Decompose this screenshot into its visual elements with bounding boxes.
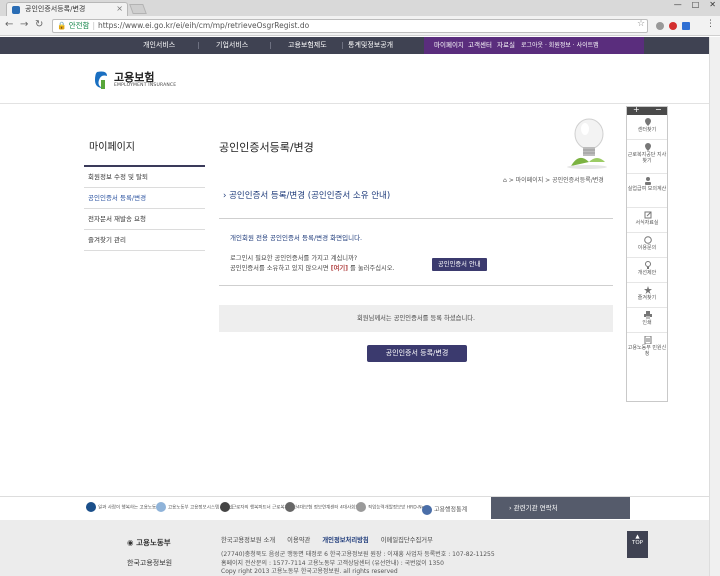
footer-link-about[interactable]: 한국고용정보원 소개 bbox=[221, 537, 275, 544]
browser-menu-icon[interactable]: ⋮ bbox=[706, 19, 715, 29]
logo-mark-icon bbox=[95, 71, 107, 89]
close-window-icon[interactable]: ✕ bbox=[709, 0, 716, 14]
footer: ◉ 고용노동부 한국고용정보원 한국고용정보원 소개 이용약관 개인정보처리방침… bbox=[0, 520, 720, 576]
person-icon bbox=[645, 177, 651, 185]
related-agencies-button[interactable]: › 관련기관 연락처 bbox=[491, 497, 630, 519]
star-icon bbox=[644, 286, 652, 294]
zoom-out-icon[interactable]: − bbox=[655, 105, 662, 114]
scroll-top-button[interactable]: ▲ TOP bbox=[627, 531, 648, 558]
section-title: › 공인인증서 등록/변경 (공인인증서 소유 안내) bbox=[223, 189, 390, 201]
footer-link-terms[interactable]: 이용약관 bbox=[287, 537, 310, 544]
nav-utility-links[interactable]: 로그아웃 · 회원정보 · 사이트맵 bbox=[521, 37, 599, 54]
header-divider bbox=[0, 103, 720, 104]
section-divider bbox=[219, 218, 613, 219]
quick-item-suggestion[interactable]: 개선제안 bbox=[627, 258, 667, 283]
quick-item-forms[interactable]: 서식자료실 bbox=[627, 208, 667, 233]
chevron-right-icon: › bbox=[223, 191, 227, 201]
family-site-banner: 일과 사람이 행복하는 고용노동부 고용노동부 고용정보시스템 워크넷 근로자의… bbox=[0, 496, 720, 520]
nav-personal[interactable]: 개인서비스 bbox=[143, 37, 175, 54]
left-menu: 마이페이지 회원정보 수정 및 탈퇴 공인인증서 등록/변경 전자문서 재발송 … bbox=[84, 130, 205, 251]
location-pin-icon bbox=[645, 143, 651, 151]
moel-emblem-icon: ◉ bbox=[127, 538, 137, 547]
quick-item-print[interactable]: 인쇄 bbox=[627, 308, 667, 333]
left-menu-item-cert-register[interactable]: 공인인증서 등록/변경 bbox=[84, 188, 205, 209]
reload-icon[interactable]: ↻ bbox=[35, 19, 43, 30]
info-cert-line2: 공인인증서를 소유하고 있지 않으시면 [여기] 를 눌러주십시오. bbox=[230, 265, 395, 272]
banner-moel[interactable]: 일과 사람이 행복하는 고용노동부 bbox=[86, 502, 160, 512]
quick-menu: + − 센터찾기 근로복지공단 지사찾기 실업급여 모의계산 서식자료실 이용문… bbox=[626, 105, 668, 402]
quick-item-complaint[interactable]: 고용노동부 민원신청 bbox=[627, 333, 667, 367]
document-edit-icon bbox=[644, 211, 652, 219]
back-arrow-icon[interactable]: ← bbox=[5, 19, 13, 30]
nav-business[interactable]: 기업서비스 bbox=[216, 37, 248, 54]
browser-tab-bar: 공인인증서등록/변경 × — □ ✕ bbox=[0, 0, 720, 16]
quick-item-favorites[interactable]: 즐겨찾기 bbox=[627, 283, 667, 308]
info-cert-question: 로그인시 필요한 공인인증서를 가지고 계십니까? 공인인증서를 소유하고 있지… bbox=[230, 254, 395, 274]
new-tab-button[interactable] bbox=[129, 4, 147, 14]
footer-logo-moel[interactable]: ◉ 고용노동부 bbox=[127, 537, 171, 548]
page-title: 공인인증서등록/변경 bbox=[219, 141, 314, 154]
site-favicon-icon bbox=[12, 6, 20, 14]
footer-logo-keis[interactable]: 한국고용정보원 bbox=[127, 558, 172, 568]
here-link[interactable]: [여기] bbox=[331, 265, 348, 272]
cert-register-button[interactable]: 공인인증서 등록/변경 bbox=[367, 345, 467, 362]
site-logo[interactable]: 고용보험 EMPLOYMENT INSURANCE bbox=[95, 67, 180, 93]
chat-icon bbox=[644, 236, 652, 244]
browser-tab[interactable]: 공인인증서등록/변경 × bbox=[6, 2, 128, 16]
tab-title: 공인인증서등록/변경 bbox=[25, 5, 86, 13]
left-menu-title: 마이페이지 bbox=[84, 130, 205, 167]
zoom-in-icon[interactable]: + bbox=[633, 105, 640, 114]
footer-link-email-refuse[interactable]: 이메일집단수집거부 bbox=[381, 537, 433, 544]
quick-item-center[interactable]: 센터찾기 bbox=[627, 115, 667, 140]
quick-item-inquiry[interactable]: 이용문의 bbox=[627, 233, 667, 258]
info-member-only: 개인회원 전용 공인인증서 등록/변경 화면입니다. bbox=[230, 234, 363, 242]
banner-hrdnet[interactable]: 직업능력개발정보망 HRD-Net bbox=[356, 502, 426, 512]
extension-icon[interactable] bbox=[656, 22, 664, 30]
tab-close-icon[interactable]: × bbox=[116, 3, 123, 15]
left-menu-item-favorites[interactable]: 즐겨찾기 관리 bbox=[84, 230, 205, 251]
left-menu-item-resend-docs[interactable]: 전자문서 재발송 요청 bbox=[84, 209, 205, 230]
location-pin-icon bbox=[645, 118, 651, 126]
nav-mypage[interactable]: 마이페이지 bbox=[434, 37, 464, 54]
extension-block-icon[interactable] bbox=[669, 22, 677, 30]
cert-guide-button[interactable]: 공인인증서 안내 bbox=[432, 258, 487, 271]
nav-statistics[interactable]: 통계및정보공개 bbox=[348, 37, 393, 54]
section-divider-2 bbox=[219, 285, 613, 286]
section-title-text: 공인인증서 등록/변경 (공인인증서 소유 안내) bbox=[229, 191, 391, 201]
footer-links: 한국고용정보원 소개 이용약관 개인정보처리방침 이메일집단수집거부 bbox=[221, 535, 443, 544]
logo-subtitle: EMPLOYMENT INSURANCE bbox=[114, 83, 177, 88]
site-top-nav: 개인서비스 기업서비스 고용보험제도 통계및정보공개 마이페이지 고객센터 자료… bbox=[0, 37, 720, 54]
my-area: 마이페이지 고객센터 자료실 로그아웃 · 회원정보 · 사이트맵 bbox=[424, 37, 644, 54]
quick-item-branch[interactable]: 근로복지공단 지사찾기 bbox=[627, 140, 667, 174]
minimize-icon[interactable]: — bbox=[674, 0, 682, 14]
light-bulb-icon bbox=[567, 118, 607, 169]
nav-archive[interactable]: 자료실 bbox=[497, 37, 515, 54]
bookmark-star-icon[interactable]: ☆ bbox=[637, 19, 645, 29]
forward-arrow-icon[interactable]: → bbox=[20, 19, 28, 30]
window-controls: — □ ✕ bbox=[674, 0, 716, 14]
url-input[interactable]: 🔒 안전함 | https://www.ei.go.kr/ei/eih/cm/mp/… bbox=[52, 19, 648, 33]
banner-statistics[interactable]: 고용행정통계 bbox=[422, 505, 467, 515]
maximize-icon[interactable]: □ bbox=[692, 0, 700, 14]
translate-icon[interactable] bbox=[682, 22, 690, 30]
breadcrumb: ⌂ > 마이페이지 > 공인인증서등록/변경 bbox=[503, 177, 604, 184]
document-icon bbox=[644, 336, 652, 344]
url-text: https://www.ei.go.kr/ei/eih/cm/mp/retrie… bbox=[97, 21, 310, 30]
banner-4insure[interactable]: 4대보험 정보연계센터 4대사회보험 bbox=[285, 502, 364, 512]
footer-address: (27740)충청북도 음성군 맹동면 태정로 6 한국고용정보원 원장 : 이… bbox=[221, 551, 495, 575]
nav-insurance-system[interactable]: 고용보험제도 bbox=[288, 37, 327, 54]
quick-menu-header: + − bbox=[627, 105, 667, 115]
address-bar: ← → ↻ 🔒 안전함 | https://www.ei.go.kr/ei/eih/… bbox=[0, 16, 720, 36]
registered-notice: 회원님께서는 공인인증서를 등록 하셨습니다. bbox=[219, 305, 613, 332]
info-cert-line1: 로그인시 필요한 공인인증서를 가지고 계십니까? bbox=[230, 255, 358, 262]
printer-icon bbox=[644, 311, 652, 319]
bulb-icon bbox=[645, 261, 651, 269]
page-scrollbar[interactable] bbox=[709, 37, 720, 576]
footer-link-privacy[interactable]: 개인정보처리방침 bbox=[322, 537, 368, 544]
quick-item-calculator[interactable]: 실업급여 모의계산 bbox=[627, 174, 667, 208]
secure-label: 안전함 bbox=[68, 21, 90, 30]
nav-customer-center[interactable]: 고객센터 bbox=[468, 37, 492, 54]
lock-icon: 🔒 bbox=[57, 21, 67, 30]
left-menu-item-member-info[interactable]: 회원정보 수정 및 탈퇴 bbox=[84, 167, 205, 188]
